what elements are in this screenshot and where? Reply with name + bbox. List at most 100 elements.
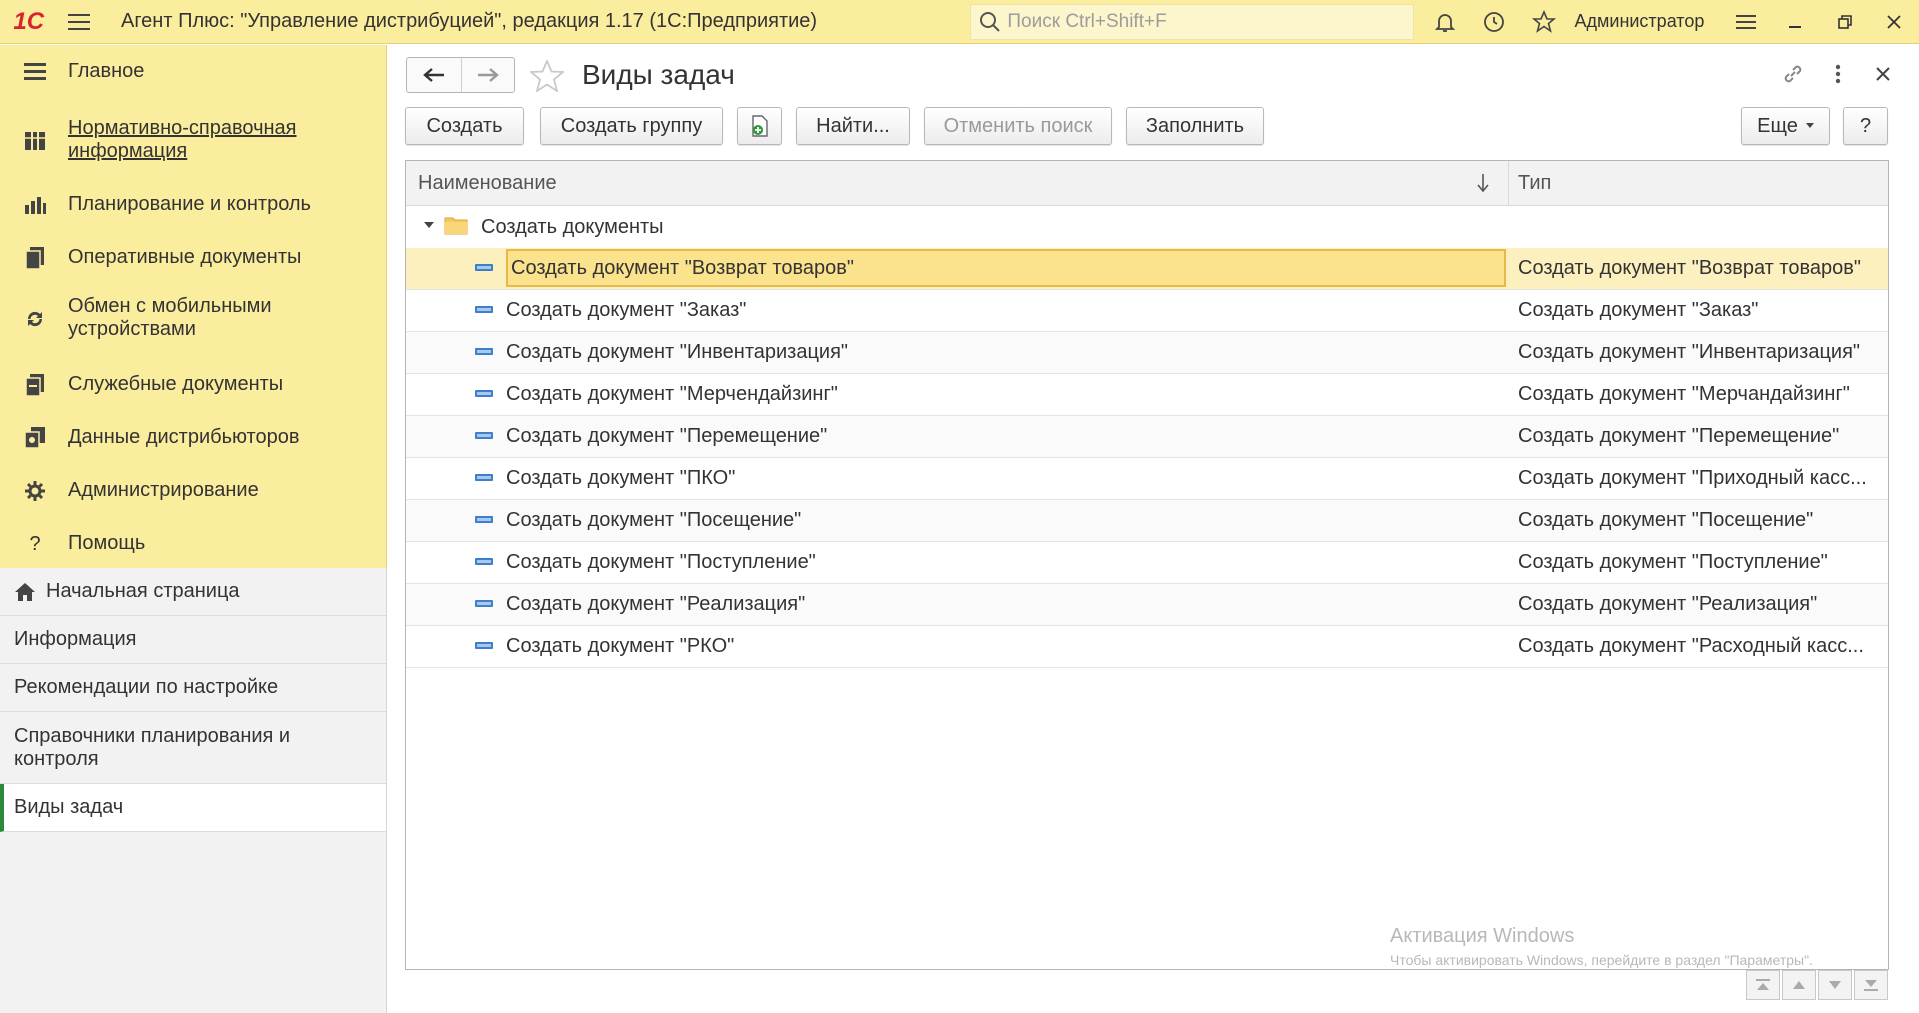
search-placeholder: Поиск Ctrl+Shift+F xyxy=(1007,10,1167,32)
cell-type: Создать документ "Расходный касс... xyxy=(1518,635,1864,657)
add-copy-icon xyxy=(751,115,768,137)
cell-name: Создать документ "Реализация" xyxy=(506,593,806,615)
settings-menu-icon[interactable] xyxy=(1721,0,1771,44)
scroll-up-icon xyxy=(1793,981,1805,989)
task-type-icon xyxy=(475,264,493,271)
collapse-triangle-icon[interactable] xyxy=(424,220,434,230)
title-bar: 1С Агент Плюс: "Управление дистрибуцией"… xyxy=(0,0,1919,44)
scroll-up-button[interactable] xyxy=(1782,970,1816,1000)
more-actions-icon[interactable] xyxy=(1823,59,1853,89)
column-header-type[interactable]: Тип xyxy=(1518,161,1551,206)
navigation-buttons xyxy=(406,57,515,93)
cell-name: Создать документ "Поступление" xyxy=(506,551,816,573)
find-button[interactable]: Найти... xyxy=(796,107,910,145)
arrow-left-icon xyxy=(422,68,444,82)
window-tab-label: Справочники планирования и контроля xyxy=(14,724,291,770)
close-icon[interactable] xyxy=(1868,59,1898,89)
table-row[interactable]: Создать документ "Перемещение" Создать д… xyxy=(406,416,1888,458)
cell-name: Создать документ "ПКО" xyxy=(506,467,736,489)
cell-name: Создать документ "Заказ" xyxy=(506,299,747,321)
favorite-star-icon[interactable] xyxy=(530,60,564,92)
table-row[interactable]: Создать документ "Мерчендайзинг" Создать… xyxy=(406,374,1888,416)
history-icon[interactable] xyxy=(1470,0,1520,44)
arrow-right-icon xyxy=(477,68,499,82)
table-row[interactable]: Создать документ "Возврат товаров" Созда… xyxy=(406,248,1888,290)
cell-name: Создать документ "Перемещение" xyxy=(506,425,828,447)
section-label: Администрирование xyxy=(68,479,259,501)
user-name[interactable]: Администратор xyxy=(1575,11,1722,32)
search-input[interactable]: Поиск Ctrl+Shift+F xyxy=(970,3,1414,40)
service-docs-icon xyxy=(22,372,48,398)
catalog-icon xyxy=(22,128,48,154)
windows-activation-watermark: Активация Windows Чтобы активировать Win… xyxy=(1390,925,1813,968)
scroll-down-button[interactable] xyxy=(1818,970,1852,1000)
section-operational-docs[interactable]: Оперативные документы xyxy=(0,234,386,282)
create-button[interactable]: Создать xyxy=(405,107,524,145)
task-type-icon xyxy=(475,432,493,439)
section-planning[interactable]: Планирование и контроль xyxy=(0,181,386,229)
help-button[interactable]: ? xyxy=(1843,107,1888,145)
window-tab-recommendations[interactable]: Рекомендации по настройке xyxy=(0,664,386,712)
section-mobile-exchange[interactable]: Обмен с мобильными устройствами xyxy=(0,289,386,349)
section-help[interactable]: ? Помощь xyxy=(0,520,386,568)
watermark-subtitle: Чтобы активировать Windows, перейдите в … xyxy=(1390,952,1813,968)
task-type-icon xyxy=(475,516,493,523)
watermark-title: Активация Windows xyxy=(1390,925,1575,947)
restore-icon[interactable] xyxy=(1820,0,1870,44)
table-row[interactable]: Создать документ "Инвентаризация" Создат… xyxy=(406,332,1888,374)
search-icon xyxy=(980,11,1001,32)
more-button[interactable]: Еще xyxy=(1741,107,1830,145)
table-row[interactable]: Создать документ "РКО" Создать документ … xyxy=(406,626,1888,668)
group-row[interactable]: Создать документы xyxy=(406,206,1888,248)
section-reference-info[interactable]: Нормативно-справочная информация xyxy=(0,111,386,171)
fill-button[interactable]: Заполнить xyxy=(1126,107,1264,145)
task-type-icon xyxy=(475,474,493,481)
table-row[interactable]: Создать документ "Посещение" Создать док… xyxy=(406,500,1888,542)
window-tab-label: Виды задач xyxy=(14,796,124,818)
section-service-docs[interactable]: Служебные документы xyxy=(0,361,386,409)
documents-icon xyxy=(22,245,48,271)
create-group-button[interactable]: Создать группу xyxy=(540,107,723,145)
folder-icon xyxy=(444,217,468,235)
task-type-icon xyxy=(475,306,493,313)
gear-icon xyxy=(22,478,48,504)
more-button-label: Еще xyxy=(1757,114,1798,137)
main-menu-icon[interactable] xyxy=(57,0,101,44)
cell-type: Создать документ "Поступление" xyxy=(1518,551,1828,573)
cancel-search-button[interactable]: Отменить поиск xyxy=(924,107,1112,145)
task-types-table: Наименование Тип Создать документы Созда… xyxy=(405,160,1889,970)
window-tab-information[interactable]: Информация xyxy=(0,616,386,664)
close-window-icon[interactable] xyxy=(1870,0,1919,44)
task-type-icon xyxy=(475,642,493,649)
back-button[interactable] xyxy=(407,58,461,92)
cell-type: Создать документ "Реализация" xyxy=(1518,593,1818,615)
window-tab-planning-catalogs[interactable]: Справочники планирования и контроля xyxy=(0,712,386,784)
forward-button[interactable] xyxy=(460,58,515,92)
link-icon[interactable] xyxy=(1778,59,1808,89)
favorites-star-icon[interactable] xyxy=(1519,0,1569,44)
copy-button[interactable] xyxy=(737,107,782,145)
table-row[interactable]: Создать документ "Реализация" Создать до… xyxy=(406,584,1888,626)
scroll-bottom-button[interactable] xyxy=(1854,970,1888,1000)
sync-icon xyxy=(22,306,48,332)
table-row[interactable]: Создать документ "ПКО" Создать документ … xyxy=(406,458,1888,500)
cell-name: Создать документ "Посещение" xyxy=(506,509,802,531)
cell-type: Создать документ "Инвентаризация" xyxy=(1518,341,1861,363)
window-tab-home[interactable]: Начальная страница xyxy=(0,568,386,616)
table-row[interactable]: Создать документ "Заказ" Создать докумен… xyxy=(406,290,1888,332)
table-header: Наименование Тип xyxy=(406,161,1888,206)
column-header-name[interactable]: Наименование xyxy=(418,161,557,206)
bell-icon[interactable] xyxy=(1420,0,1470,44)
app-title: Агент Плюс: "Управление дистрибуцией", р… xyxy=(120,10,818,32)
scroll-top-button[interactable] xyxy=(1746,970,1780,1000)
window-tab-task-types[interactable]: Виды задач xyxy=(0,784,386,832)
cell-type: Создать документ "Заказ" xyxy=(1518,299,1759,321)
1c-logo: 1С xyxy=(13,7,45,35)
minimize-icon[interactable] xyxy=(1771,0,1821,44)
home-icon xyxy=(15,582,35,601)
section-main[interactable]: Главное xyxy=(0,45,386,98)
section-administration[interactable]: Администрирование xyxy=(0,467,386,515)
section-distributor-data[interactable]: Данные дистрибьюторов xyxy=(0,414,386,462)
scroll-top-icon xyxy=(1756,979,1770,990)
table-row[interactable]: Создать документ "Поступление" Создать д… xyxy=(406,542,1888,584)
